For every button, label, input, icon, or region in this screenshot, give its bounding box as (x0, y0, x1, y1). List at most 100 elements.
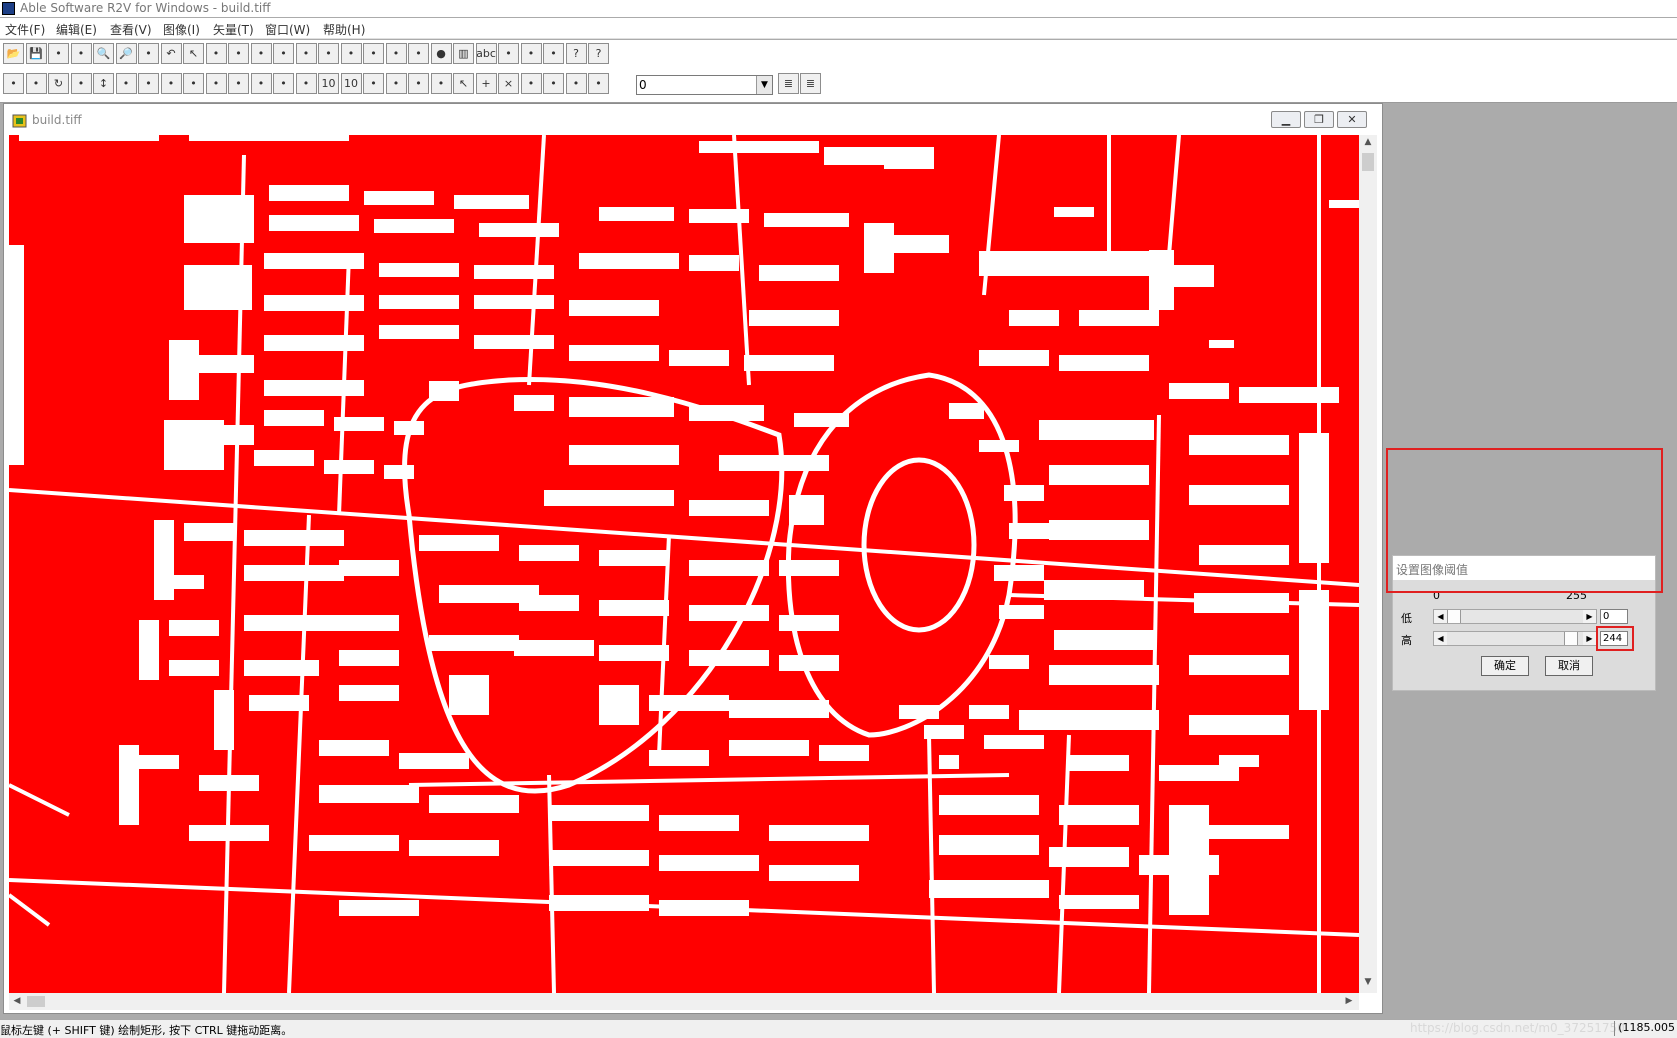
green-layer-icon[interactable]: • (295, 43, 317, 64)
scroll-left-icon[interactable]: ◀ (11, 996, 23, 1006)
node-vert-icon[interactable]: • (430, 73, 452, 94)
status-text: 鼠标左键 (+ SHIFT 键) 绘制矩形, 按下 CTRL 键拖动距离。 (0, 1024, 293, 1037)
menu-bar: 文件(F) 编辑(E) 查看(V) 图像(I) 矢量(T) 窗口(W) 帮助(H… (0, 18, 1677, 39)
menu-image[interactable]: 图像(I) (163, 21, 200, 38)
abc-icon[interactable]: abc (475, 43, 497, 64)
rect-icon[interactable]: • (228, 73, 249, 94)
horizontal-scroll-thumb[interactable] (27, 996, 45, 1007)
document-title: build.tiff (32, 113, 82, 127)
line-tool-icon[interactable]: • (250, 73, 272, 94)
dialog-highlight-box (1386, 448, 1663, 593)
slider-left-icon[interactable]: ◀ (1434, 610, 1447, 623)
trace-icon[interactable]: • (138, 43, 159, 64)
main-toolbar: 📂 💾 • • 🔍 🔎 • ↶ ↖ • • • • • • • • • • ● ▥ abc • • •?? (0, 40, 1677, 70)
app-title: Able Software R2V for Windows - build.ti… (20, 1, 271, 15)
minimize-button[interactable]: ▁ (1271, 111, 1301, 128)
context-help-icon[interactable]: ? (588, 43, 609, 64)
scroll-right-icon[interactable]: ▶ (1343, 996, 1355, 1006)
image-view-icon[interactable]: • (250, 43, 272, 64)
undo-icon[interactable]: ↶ (160, 43, 182, 64)
save-icon[interactable]: 💾 (25, 43, 47, 64)
export-icon[interactable]: • (70, 43, 92, 64)
menu-view[interactable]: 查看(V) (110, 21, 152, 38)
label-node-icon[interactable]: • (565, 73, 587, 94)
vertical-icon[interactable]: ↕ (93, 73, 114, 94)
slider-left-icon[interactable]: ◀ (1434, 632, 1447, 645)
snap-point-icon[interactable]: • (588, 73, 609, 94)
maximize-button[interactable]: ❐ (1304, 111, 1334, 128)
menu-vector[interactable]: 矢量(T) (213, 21, 254, 38)
zoom-in-icon[interactable]: 🔍 (93, 43, 114, 64)
zoom-out-icon[interactable]: 🔎 (115, 43, 137, 64)
stop-icon[interactable]: ● (430, 43, 452, 64)
horizontal-scrollbar[interactable]: ◀ ▶ (9, 993, 1359, 1010)
menu-window[interactable]: 窗口(W) (265, 21, 310, 38)
diagonal2-icon[interactable]: • (160, 73, 182, 94)
vertical-scrollbar[interactable]: ▲ ▼ (1359, 135, 1377, 993)
rotate-icon[interactable]: ↻ (48, 73, 69, 94)
low-slider-thumb[interactable] (1447, 610, 1461, 623)
num-icon[interactable]: 10 (318, 73, 339, 94)
node-icon[interactable]: • (318, 43, 339, 64)
align-icon[interactable]: • (543, 73, 564, 94)
menu-edit[interactable]: 编辑(E) (56, 21, 97, 38)
link-icon[interactable]: • (295, 73, 317, 94)
low-value-input[interactable]: 0 (1600, 609, 1628, 624)
num2-icon[interactable]: 10 (340, 73, 362, 94)
menu-file[interactable]: 文件(F) (5, 21, 45, 38)
move-point-icon[interactable]: • (520, 73, 542, 94)
fill-icon[interactable]: • (408, 73, 429, 94)
frame-icon[interactable]: • (273, 43, 294, 64)
app-title-bar: Able Software R2V for Windows - build.ti… (0, 0, 1677, 17)
chevron-down-icon[interactable]: ▼ (756, 76, 772, 94)
diagonal-icon[interactable]: • (138, 73, 159, 94)
scroll-up-icon[interactable]: ▲ (1359, 137, 1377, 147)
pick-icon[interactable]: • (520, 43, 542, 64)
cross-remove-icon[interactable]: × (498, 73, 519, 94)
help-icon[interactable]: ? (565, 43, 587, 64)
node-delete-icon[interactable]: • (408, 43, 429, 64)
highlight-box (1596, 626, 1634, 651)
high-slider-thumb[interactable] (1563, 632, 1578, 645)
slider-right-icon[interactable]: ▶ (1583, 610, 1596, 623)
fit-width-icon[interactable]: • (228, 43, 249, 64)
select-icon[interactable]: ↖ (183, 43, 204, 64)
layer-props-icon[interactable]: ≣ (800, 73, 821, 94)
ok-button[interactable]: 确定 (1481, 656, 1529, 676)
arrow-select-icon[interactable]: ↖ (453, 73, 474, 94)
curve-icon[interactable]: • (70, 73, 92, 94)
low-slider[interactable]: ◀ ▶ (1433, 609, 1597, 624)
split-v-icon[interactable]: • (115, 73, 137, 94)
high-slider[interactable]: ◀ ▶ (1433, 631, 1597, 646)
add-point-icon[interactable]: + (475, 73, 497, 94)
layer-manage-icon[interactable]: ≣ (778, 73, 799, 94)
center-icon[interactable]: • (498, 43, 519, 64)
fit-window-icon[interactable]: • (205, 43, 227, 64)
document-icon (12, 114, 27, 128)
close-button[interactable]: ✕ (1337, 111, 1367, 128)
hatch-icon[interactable]: • (363, 73, 384, 94)
threshold-image (9, 135, 1359, 993)
grid-icon[interactable]: • (183, 73, 204, 94)
split-icon[interactable]: • (363, 43, 384, 64)
cross-icon[interactable]: • (273, 73, 294, 94)
cancel-button[interactable]: 取消 (1545, 656, 1593, 676)
save-all-icon[interactable]: • (48, 43, 69, 64)
high-label: 高 (1401, 634, 1412, 647)
watermark: https://blog.csdn.net/m0_37251750 (1410, 1021, 1625, 1035)
layer-select[interactable]: 0 ▼ (636, 75, 773, 95)
edit-node-icon[interactable]: • (3, 73, 24, 94)
compare-icon[interactable]: • (543, 43, 564, 64)
menu-help[interactable]: 帮助(H) (323, 21, 365, 38)
vertical-scroll-thumb[interactable] (1362, 153, 1374, 171)
snap-icon[interactable]: • (385, 43, 407, 64)
corner-icon[interactable]: • (205, 73, 227, 94)
open-icon[interactable]: 📂 (3, 43, 24, 64)
scroll-down-icon[interactable]: ▼ (1359, 977, 1377, 987)
label-icon[interactable]: ▥ (453, 43, 474, 64)
draw-line-icon[interactable]: • (25, 73, 47, 94)
slider-right-icon[interactable]: ▶ (1583, 632, 1596, 645)
image-canvas[interactable] (9, 135, 1359, 993)
node-line-icon[interactable]: • (340, 43, 362, 64)
hatch2-icon[interactable]: • (385, 73, 407, 94)
